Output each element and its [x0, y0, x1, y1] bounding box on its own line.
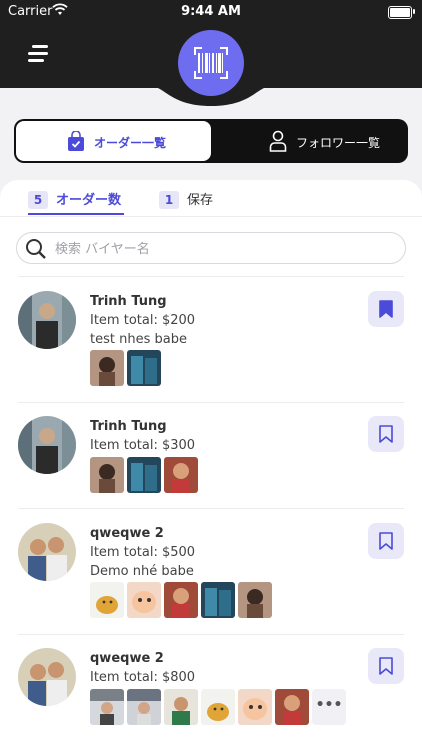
- product-thumbnail: [90, 457, 124, 493]
- tab-order-list-label: オーダー一覧: [94, 136, 167, 150]
- avatar: [18, 648, 76, 706]
- order-note: Demo nhé babe: [90, 564, 194, 579]
- buyer-name: Trinh Tung: [90, 294, 167, 309]
- item-total: Item total: $200: [90, 313, 196, 328]
- product-thumbnail: [238, 689, 272, 725]
- avatar: [18, 523, 76, 581]
- product-thumbnail: [164, 582, 198, 618]
- shopping-bag-check-icon: [67, 130, 85, 155]
- bookmark-icon: [379, 532, 393, 550]
- scan-button[interactable]: [178, 30, 244, 96]
- bookmark-icon: [379, 425, 393, 443]
- tab-follower-list[interactable]: フォロワー一覧: [214, 121, 406, 161]
- divider: [18, 402, 404, 403]
- product-thumbnail: [238, 582, 272, 618]
- product-thumbnail: [90, 582, 124, 618]
- bookmark-button[interactable]: [368, 648, 404, 684]
- product-thumbnail: [164, 689, 198, 725]
- tab-saved-label: 保存: [187, 193, 214, 208]
- menu-line: [28, 59, 44, 62]
- view-segmented-control: オーダー一覧 フォロワー一覧: [14, 119, 408, 163]
- product-thumbnail: [275, 689, 309, 725]
- order-note: test nhes babe: [90, 332, 187, 347]
- order-tabs: 5 オーダー数 1 保存: [0, 180, 422, 217]
- item-total: Item total: $300: [90, 438, 196, 453]
- search-input[interactable]: [53, 238, 397, 260]
- more-thumbnails-button[interactable]: •••: [312, 689, 346, 725]
- product-thumbnail: [127, 457, 161, 493]
- buyer-name: Trinh Tung: [90, 419, 167, 434]
- product-thumbnail: [127, 582, 161, 618]
- tab-orders[interactable]: 5 オーダー数: [28, 189, 121, 209]
- product-thumbnail: [90, 689, 124, 725]
- item-total: Item total: $800: [90, 670, 196, 685]
- order-item[interactable]: Trinh Tung Item total: $300: [0, 402, 422, 508]
- order-item[interactable]: qweqwe 2 Item total: $500 Demo nhé babe: [0, 508, 422, 634]
- menu-line: [28, 52, 48, 55]
- status-bar: Carrier 9:44 AM: [0, 0, 422, 26]
- product-thumbnail: [90, 350, 124, 386]
- orders-count-badge: 5: [28, 191, 48, 209]
- saved-count-badge: 1: [159, 191, 179, 209]
- divider: [18, 276, 404, 277]
- battery-tip: [413, 9, 415, 14]
- tab-follower-list-label: フォロワー一覧: [296, 136, 381, 150]
- bookmark-icon: [379, 300, 393, 318]
- active-tab-indicator: [28, 213, 124, 215]
- search-icon: [25, 238, 47, 264]
- order-item[interactable]: Trinh Tung Item total: $200 test nhes ba…: [0, 276, 422, 402]
- item-total: Item total: $500: [90, 545, 196, 560]
- product-thumbnail: [164, 457, 198, 493]
- buyer-name: qweqwe 2: [90, 651, 164, 666]
- bookmark-button[interactable]: [368, 523, 404, 559]
- bookmark-icon: [379, 657, 393, 675]
- list-bottom: [0, 740, 422, 750]
- avatar: [18, 291, 76, 349]
- menu-button[interactable]: [28, 43, 52, 65]
- tab-orders-label: オーダー数: [56, 193, 122, 208]
- product-thumbnail: [127, 689, 161, 725]
- search-bar[interactable]: [16, 232, 406, 264]
- user-icon: [269, 130, 287, 156]
- avatar: [18, 416, 76, 474]
- divider: [18, 634, 404, 635]
- product-thumbnail: [127, 350, 161, 386]
- product-thumbnail: [201, 582, 235, 618]
- product-thumbnail: [201, 689, 235, 725]
- bookmark-button[interactable]: [368, 416, 404, 452]
- tab-order-list[interactable]: オーダー一覧: [16, 121, 211, 161]
- status-time: 9:44 AM: [181, 4, 241, 19]
- divider: [18, 508, 404, 509]
- tab-saved[interactable]: 1 保存: [159, 189, 213, 209]
- bookmark-button[interactable]: [368, 291, 404, 327]
- barcode-scan-icon: [194, 47, 228, 79]
- battery-icon: [388, 6, 412, 19]
- menu-line: [32, 45, 48, 48]
- order-item[interactable]: qweqwe 2 Item total: $800 •••: [0, 634, 422, 740]
- buyer-name: qweqwe 2: [90, 526, 164, 541]
